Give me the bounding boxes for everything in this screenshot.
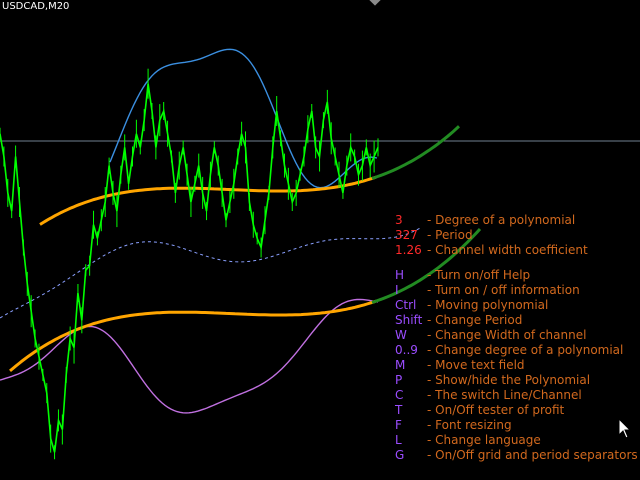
- help-desc: - Moving polynomial: [427, 298, 549, 312]
- param-key: 3: [395, 213, 403, 227]
- polynomial-midline: [0, 227, 421, 319]
- param-desc: - Degree of a polynomial: [427, 213, 576, 227]
- help-desc: - Turn on / off information: [427, 283, 580, 297]
- help-key: F: [395, 418, 402, 432]
- help-desc: - Font resizing: [427, 418, 512, 432]
- help-key: P: [395, 373, 403, 387]
- help-desc: - Show/hide the Polynomial: [427, 373, 591, 387]
- mouse-cursor-icon: [618, 418, 632, 439]
- help-item: T - On/Off tester of profit: [395, 403, 564, 418]
- help-desc: - On/Off grid and period separators: [427, 448, 638, 462]
- help-item: 0..9 - Change degree of a polynomial: [395, 343, 623, 358]
- param-degree: 3 - Degree of a polynomial: [395, 213, 575, 228]
- help-key: Shift: [395, 313, 423, 327]
- help-item: G - On/Off grid and period separators: [395, 448, 638, 463]
- help-desc: - On/Off tester of profit: [427, 403, 565, 417]
- param-period: 327 - Period: [395, 228, 473, 243]
- help-desc: - Change language: [427, 433, 541, 447]
- help-key: M: [395, 358, 406, 372]
- param-key: 1.26: [395, 243, 422, 257]
- help-key: T: [395, 403, 403, 417]
- help-desc: - Change Width of channel: [427, 328, 587, 342]
- lower-envelope-line: [0, 298, 379, 414]
- projection-upper-line: [371, 125, 461, 180]
- help-key: L: [395, 433, 402, 447]
- help-item: W - Change Width of channel: [395, 328, 586, 343]
- help-key: C: [395, 388, 404, 402]
- help-item: H - Turn on/off Help: [395, 268, 530, 283]
- symbol-label: USDCAD,M20: [2, 1, 70, 12]
- help-item: M - Move text field: [395, 358, 525, 373]
- chart-window: USDCAD,M20 3 - Degree of a polynomial 327…: [0, 0, 640, 480]
- param-width: 1.26 - Channel width coefficient: [395, 243, 588, 258]
- help-item: Shift - Change Period: [395, 313, 522, 328]
- help-item: F - Font resizing: [395, 418, 512, 433]
- channel-lower-line: [9, 299, 377, 373]
- param-key: 327: [395, 228, 418, 242]
- help-key: 0..9: [395, 343, 418, 357]
- help-key: W: [395, 328, 407, 342]
- help-key: H: [395, 268, 405, 282]
- help-key: G: [395, 448, 405, 462]
- help-desc: - The switch Line/Channel: [427, 388, 582, 402]
- help-key: Ctrl: [395, 298, 417, 312]
- param-desc: - Period: [427, 228, 473, 242]
- help-key: I: [395, 283, 399, 297]
- help-item: I - Turn on / off information: [395, 283, 580, 298]
- help-desc: - Change Period: [427, 313, 523, 327]
- param-desc: - Channel width coefficient: [427, 243, 588, 257]
- help-desc: - Change degree of a polynomial: [427, 343, 624, 357]
- help-item: Ctrl - Moving polynomial: [395, 298, 548, 313]
- help-item: C - The switch Line/Channel: [395, 388, 582, 403]
- help-item: P - Show/hide the Polynomial: [395, 373, 590, 388]
- help-item: L - Change language: [395, 433, 541, 448]
- help-desc: - Move text field: [427, 358, 525, 372]
- help-desc: - Turn on/off Help: [427, 268, 531, 282]
- price-line: [0, 83, 379, 453]
